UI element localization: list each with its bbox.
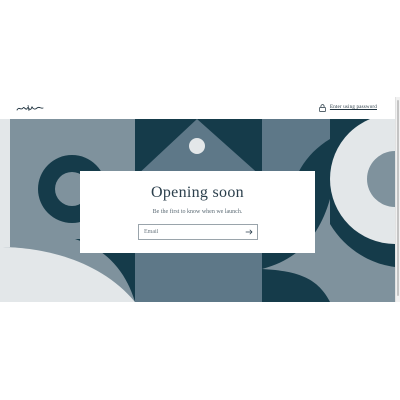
site-header: Enter using password	[0, 97, 395, 119]
brand-logo[interactable]	[16, 103, 44, 113]
scrollbar-thumb[interactable]	[397, 100, 399, 296]
opening-soon-card: Opening soon Be the first to know when w…	[80, 171, 315, 253]
page-title: Opening soon	[151, 184, 244, 201]
email-submit-button[interactable]	[243, 226, 255, 238]
scrollbar[interactable]	[395, 97, 400, 302]
hero-banner: Opening soon Be the first to know when w…	[0, 119, 395, 302]
lock-icon	[319, 104, 326, 112]
enter-password-label: Enter using password	[329, 105, 377, 110]
page-subtitle: Be the first to know when we launch.	[152, 209, 243, 215]
browser-viewport: Enter using password Opening soon Be the…	[0, 97, 400, 302]
enter-password-link[interactable]: Enter using password	[319, 103, 377, 113]
email-input[interactable]	[144, 225, 239, 239]
email-field	[138, 224, 258, 240]
arrow-right-icon	[245, 229, 253, 235]
